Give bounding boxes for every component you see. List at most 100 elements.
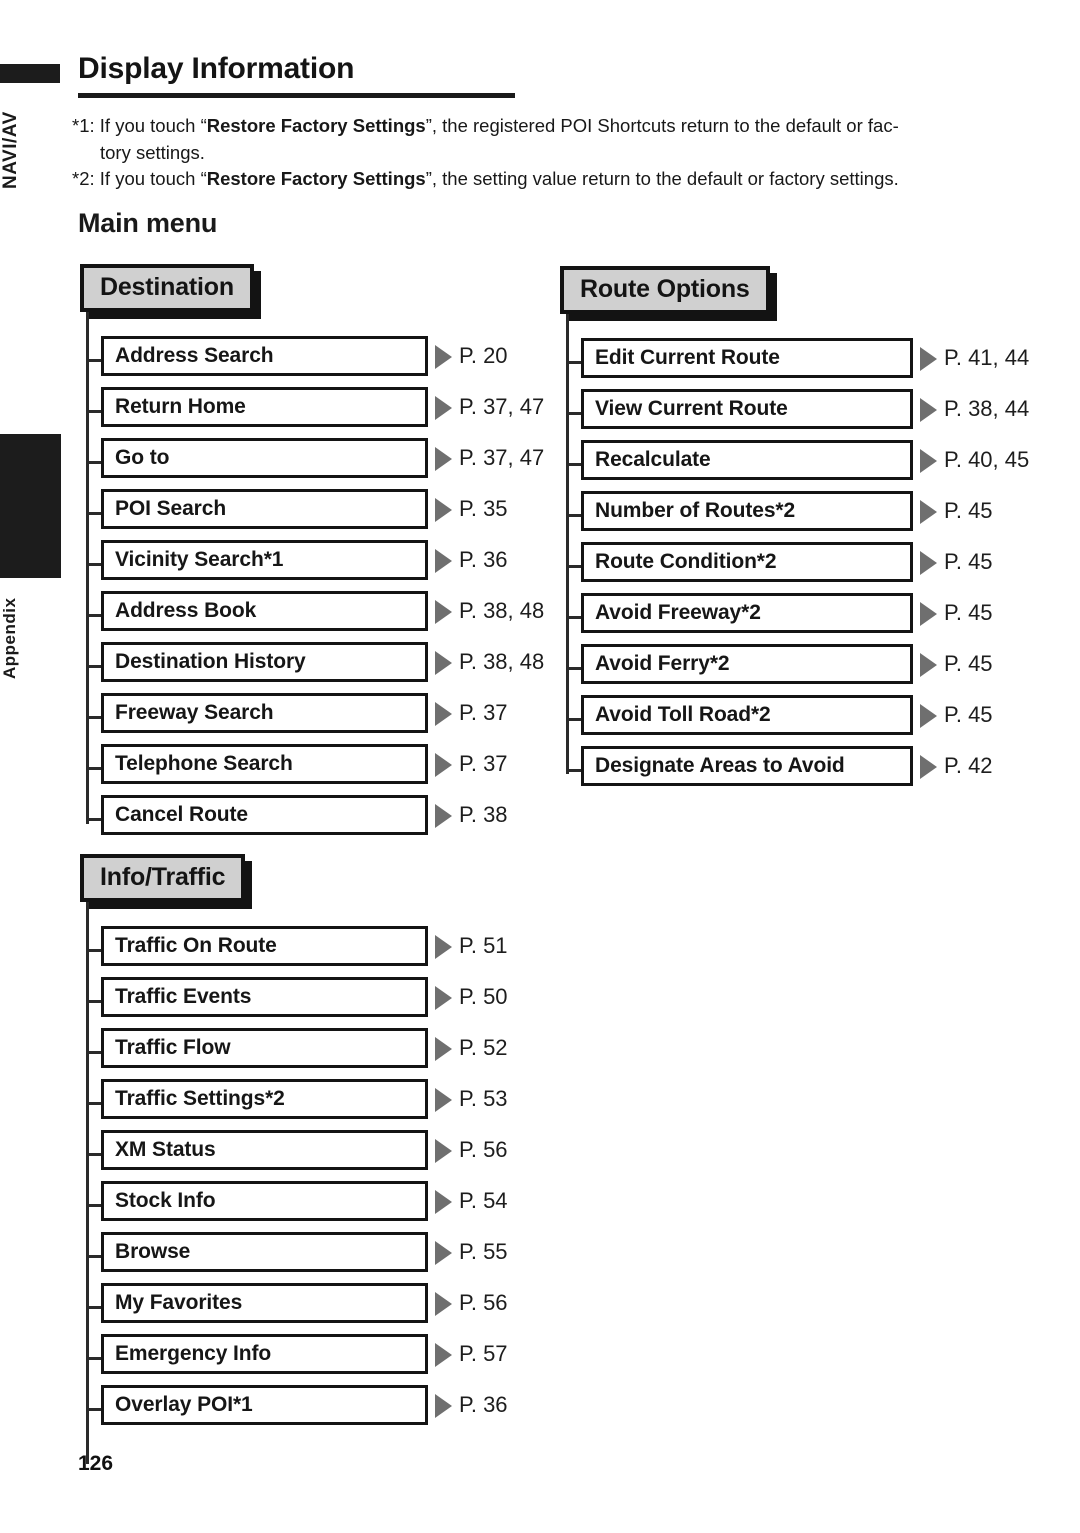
- menu-item-box[interactable]: Avoid Ferry*2: [581, 644, 913, 684]
- right-triangle-icon: [435, 600, 452, 624]
- menu-item-box[interactable]: Avoid Toll Road*2: [581, 695, 913, 735]
- tree-connector-stub: [86, 1408, 102, 1411]
- menu-item-box[interactable]: Emergency Info: [101, 1334, 428, 1374]
- menu-item-box[interactable]: POI Search: [101, 489, 428, 529]
- menu-item-box[interactable]: Telephone Search: [101, 744, 428, 784]
- right-triangle-icon: [435, 986, 452, 1010]
- page-reference: P. 57: [459, 1341, 508, 1366]
- tree-connector-stub: [86, 461, 102, 464]
- right-triangle-icon: [435, 549, 452, 573]
- tree-connector-stub: [86, 1153, 102, 1156]
- page-reference: P. 36: [459, 1392, 508, 1417]
- right-triangle-icon: [435, 1292, 452, 1316]
- page-reference: P. 45: [944, 702, 993, 727]
- right-triangle-icon: [920, 398, 937, 422]
- tree-connector-stub: [86, 1357, 102, 1360]
- menu-row: My Favorites P. 56: [80, 1281, 508, 1332]
- menu-row: Traffic Settings*2 P. 53: [80, 1077, 508, 1128]
- menu-item-box[interactable]: View Current Route: [581, 389, 913, 429]
- menu-item-box[interactable]: Traffic Flow: [101, 1028, 428, 1068]
- menu-item-box[interactable]: XM Status: [101, 1130, 428, 1170]
- menu-item-box[interactable]: Freeway Search: [101, 693, 428, 733]
- menu-item-box[interactable]: Vicinity Search*1: [101, 540, 428, 580]
- navi-av-tab-label: NAVI/AV: [0, 111, 21, 189]
- menu-row: POI Search P. 35: [80, 487, 508, 538]
- menu-item-box[interactable]: Edit Current Route: [581, 338, 913, 378]
- page-reference: P. 37: [459, 751, 508, 776]
- menu-row: Overlay POI*1 P. 36: [80, 1383, 508, 1434]
- page-reference: P. 45: [944, 498, 993, 523]
- right-triangle-icon: [435, 651, 452, 675]
- tree-connector-stub: [86, 1306, 102, 1309]
- footnote-1: *1: If you touch “Restore Factory Settin…: [72, 113, 1002, 167]
- menu-item-label: Address Search: [115, 344, 274, 367]
- menu-item-label: Traffic Settings*2: [115, 1087, 285, 1110]
- tree-connector-stub: [86, 1000, 102, 1003]
- menu-item-list-info-traffic: Traffic On Route P. 51 Traffic Events P. 50…: [80, 924, 508, 1434]
- menu-row: Address Book P. 38, 48: [80, 589, 544, 640]
- menu-item-box[interactable]: Return Home: [101, 387, 428, 427]
- right-triangle-icon: [920, 704, 937, 728]
- page-reference: P. 37: [459, 700, 508, 725]
- menu-row: Avoid Toll Road*2 P. 45: [560, 693, 993, 744]
- menu-tree-destination: Destination Address Search P. 20 Return Ho…: [80, 264, 544, 844]
- right-triangle-icon: [435, 753, 452, 777]
- page-reference: P. 41, 44: [944, 345, 1030, 370]
- right-triangle-icon: [435, 447, 452, 471]
- page-reference: P. 40, 45: [944, 447, 1030, 472]
- menu-row: Telephone Search P. 37: [80, 742, 508, 793]
- menu-item-box[interactable]: Address Book: [101, 591, 428, 631]
- page-reference: P. 38, 48: [459, 649, 545, 674]
- right-triangle-icon: [920, 347, 937, 371]
- footnote-2-bold-term: Restore Factory Settings: [206, 168, 426, 189]
- page-title: Display Information: [78, 52, 355, 85]
- tree-connector-stub: [86, 1051, 102, 1054]
- menu-item-box[interactable]: Route Condition*2: [581, 542, 913, 582]
- menu-row: Avoid Ferry*2 P. 45: [560, 642, 993, 693]
- footnote-2-text-before: If you touch “: [94, 168, 207, 189]
- page-reference: P. 56: [459, 1290, 508, 1315]
- menu-item-box[interactable]: Overlay POI*1: [101, 1385, 428, 1425]
- menu-item-box[interactable]: Avoid Freeway*2: [581, 593, 913, 633]
- tree-connector-stub: [566, 769, 582, 772]
- menu-item-label: Address Book: [115, 599, 257, 622]
- menu-item-box[interactable]: Traffic Settings*2: [101, 1079, 428, 1119]
- right-triangle-icon: [435, 1139, 452, 1163]
- right-triangle-icon: [435, 1088, 452, 1112]
- right-triangle-icon: [435, 1037, 452, 1061]
- menu-item-label: Avoid Ferry*2: [595, 652, 730, 675]
- page-reference: P. 45: [944, 549, 993, 574]
- menu-item-label: Edit Current Route: [595, 346, 780, 369]
- menu-item-box[interactable]: Stock Info: [101, 1181, 428, 1221]
- menu-row: Return Home P. 37, 47: [80, 385, 544, 436]
- right-triangle-icon: [435, 498, 452, 522]
- tree-connector-stub: [86, 1102, 102, 1105]
- menu-item-box[interactable]: Traffic Events: [101, 977, 428, 1017]
- menu-item-box[interactable]: Go to: [101, 438, 428, 478]
- menu-row: View Current Route P. 38, 44: [560, 387, 1029, 438]
- title-underline-rule: [78, 93, 515, 98]
- menu-item-box[interactable]: Designate Areas to Avoid: [581, 746, 913, 786]
- menu-item-box[interactable]: Recalculate: [581, 440, 913, 480]
- menu-item-box[interactable]: Cancel Route: [101, 795, 428, 835]
- menu-item-box[interactable]: Browse: [101, 1232, 428, 1272]
- menu-row: Stock Info P. 54: [80, 1179, 508, 1230]
- menu-item-box[interactable]: Address Search: [101, 336, 428, 376]
- menu-item-box[interactable]: My Favorites: [101, 1283, 428, 1323]
- tree-connector-stub: [86, 949, 102, 952]
- menu-item-label: Overlay POI*1: [115, 1393, 253, 1416]
- menu-item-label: Route Condition*2: [595, 550, 777, 573]
- page-reference: P. 45: [944, 651, 993, 676]
- menu-item-list-destination: Address Search P. 20 Return Home P. 37, 47 G…: [80, 334, 544, 844]
- tree-connector-stub: [86, 614, 102, 617]
- menu-item-box[interactable]: Number of Routes*2: [581, 491, 913, 531]
- menu-item-box[interactable]: Destination History: [101, 642, 428, 682]
- menu-item-box[interactable]: Traffic On Route: [101, 926, 428, 966]
- page-reference: P. 37, 47: [459, 445, 545, 470]
- menu-item-label: Stock Info: [115, 1189, 216, 1212]
- menu-row: Recalculate P. 40, 45: [560, 438, 1029, 489]
- menu-item-label: POI Search: [115, 497, 227, 520]
- tree-connector-stub: [566, 463, 582, 466]
- page-reference: P. 50: [459, 984, 508, 1009]
- tree-connector-stub: [566, 565, 582, 568]
